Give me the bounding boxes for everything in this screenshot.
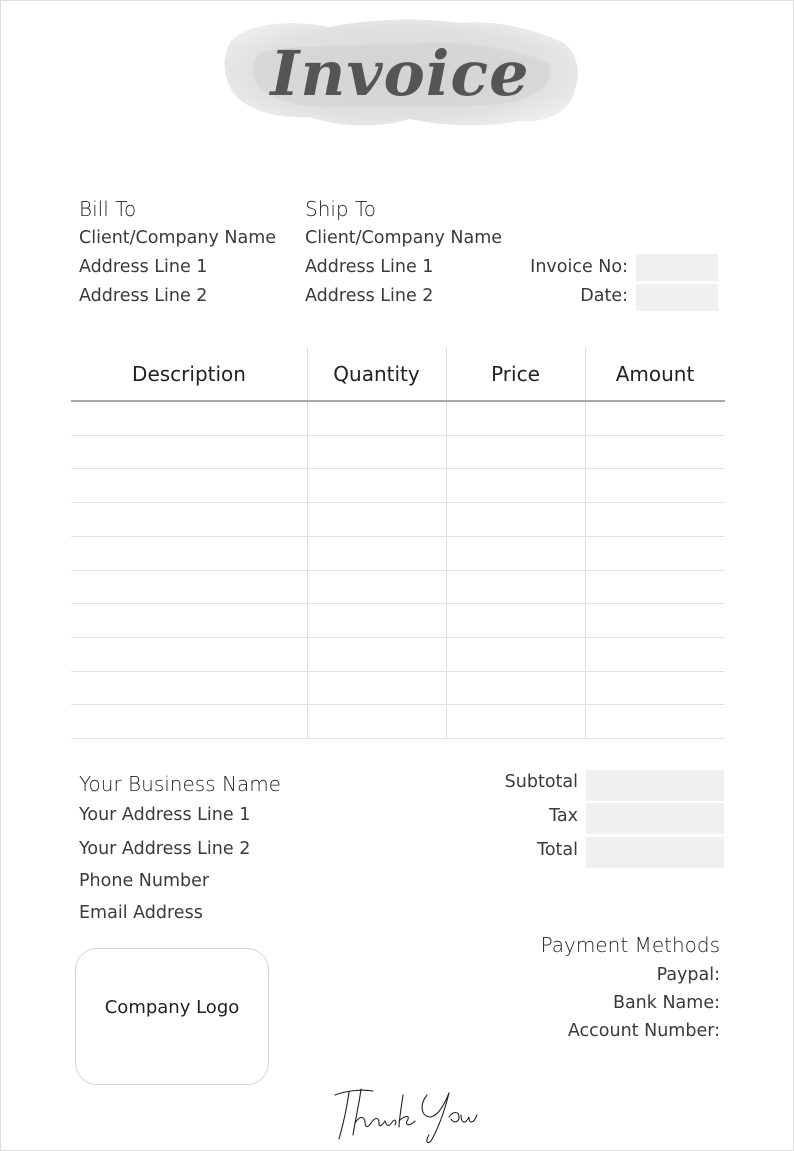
table-row [71,637,725,670]
bill-to-address-2[interactable]: Address Line 2 [79,286,207,306]
bill-to-heading: Bill To [79,197,137,221]
items-table: Description Quantity Price Amount [71,347,725,739]
cell-quantity[interactable] [307,570,446,603]
ship-to-address-1[interactable]: Address Line 1 [305,257,433,277]
table-row [71,536,725,569]
cell-price[interactable] [446,401,585,434]
table-row [71,671,725,704]
cell-quantity[interactable] [307,603,446,636]
cell-quantity[interactable] [307,401,446,434]
thank-you-signature: Thank You [334,1088,478,1144]
column-header-quantity: Quantity [333,362,420,386]
row-divider [71,738,725,739]
table-row [71,570,725,603]
bill-to-address-1[interactable]: Address Line 1 [79,257,207,277]
cell-amount[interactable] [585,536,725,569]
cell-price[interactable] [446,603,585,636]
cell-amount[interactable] [585,502,725,535]
cell-amount[interactable] [585,637,725,670]
tax-label: Tax [549,806,578,826]
invoice-page: Invoice Bill To Client/Company Name Addr… [0,0,794,1151]
column-header-description: Description [132,362,246,386]
table-row [71,704,725,737]
invoice-no-label: Invoice No: [530,257,628,277]
cell-quantity[interactable] [307,637,446,670]
total-label: Total [537,840,578,860]
business-name[interactable]: Your Business Name [79,772,281,796]
ship-to-name[interactable]: Client/Company Name [305,228,502,248]
cell-price[interactable] [446,671,585,704]
company-logo-text: Company Logo [104,997,240,1018]
cell-price[interactable] [446,570,585,603]
company-logo-placeholder[interactable]: Company Logo [75,948,269,1085]
tax-field[interactable] [586,803,724,834]
cell-description[interactable] [71,435,307,468]
cell-quantity[interactable] [307,671,446,704]
bill-to-name[interactable]: Client/Company Name [79,228,276,248]
date-field[interactable] [636,284,718,311]
invoice-title: Invoice [270,37,530,110]
cell-description[interactable] [71,502,307,535]
cell-price[interactable] [446,435,585,468]
column-header-price: Price [491,362,540,386]
cell-description[interactable] [71,704,307,737]
cell-price[interactable] [446,468,585,501]
cell-description[interactable] [71,468,307,501]
date-label: Date: [580,286,628,306]
cell-price[interactable] [446,536,585,569]
cell-amount[interactable] [585,401,725,434]
cell-description[interactable] [71,637,307,670]
table-row [71,468,725,501]
bank-name-label: Bank Name: [612,993,720,1013]
cell-price[interactable] [446,704,585,737]
cell-amount[interactable] [585,671,725,704]
cell-quantity[interactable] [307,435,446,468]
table-row [71,435,725,468]
cell-quantity[interactable] [307,468,446,501]
table-row [71,603,725,636]
subtotal-label: Subtotal [504,772,578,792]
cell-amount[interactable] [585,435,725,468]
cell-quantity[interactable] [307,502,446,535]
account-number-label: Account Number: [567,1021,720,1041]
cell-amount[interactable] [585,603,725,636]
business-address-1[interactable]: Your Address Line 1 [79,805,250,825]
column-header-amount: Amount [615,362,695,386]
invoice-no-field[interactable] [636,254,718,281]
cell-description[interactable] [71,401,307,434]
business-phone[interactable]: Phone Number [79,871,209,891]
business-email[interactable]: Email Address [79,903,203,923]
paypal-label: Paypal: [656,965,720,985]
payment-methods-heading: Payment Methods [540,933,720,957]
business-address-2[interactable]: Your Address Line 2 [79,839,250,859]
cell-price[interactable] [446,637,585,670]
ship-to-heading: Ship To [305,197,377,221]
subtotal-field[interactable] [586,770,724,801]
cell-amount[interactable] [585,704,725,737]
cell-amount[interactable] [585,468,725,501]
cell-description[interactable] [71,536,307,569]
cell-description[interactable] [71,603,307,636]
table-row [71,401,725,434]
cell-amount[interactable] [585,570,725,603]
cell-price[interactable] [446,502,585,535]
table-row [71,502,725,535]
ship-to-address-2[interactable]: Address Line 2 [305,286,433,306]
cell-quantity[interactable] [307,704,446,737]
total-field[interactable] [586,837,724,868]
cell-description[interactable] [71,671,307,704]
cell-quantity[interactable] [307,536,446,569]
cell-description[interactable] [71,570,307,603]
